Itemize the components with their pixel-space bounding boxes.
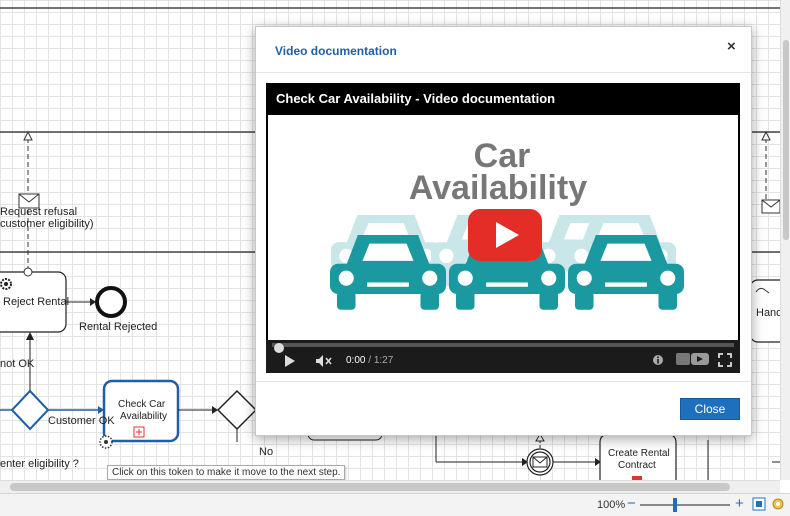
video-title: Check Car Availability - Video documenta… (276, 91, 556, 106)
current-time: 0:00 (346, 355, 366, 366)
video-documentation-dialog: Video documentation × Check Car Availabi… (255, 26, 752, 436)
video-progress-bar[interactable] (272, 343, 734, 353)
video-progress-knob[interactable] (274, 343, 284, 353)
video-thumbnail-art: Car Availability (330, 137, 684, 310)
play-icon[interactable] (284, 355, 296, 367)
dialog-footer-divider (256, 381, 751, 382)
dialog-title: Video documentation (275, 44, 397, 58)
duration: 1:27 (373, 355, 394, 366)
volume-mute-icon[interactable] (316, 355, 332, 367)
thumbnail-text-availability: Availability (409, 169, 587, 207)
play-button-icon[interactable] (468, 209, 542, 261)
video-controls: 0:00 / 1:27 (266, 340, 740, 373)
video-player[interactable]: Check Car Availability - Video documenta… (266, 83, 740, 373)
close-icon[interactable]: × (727, 39, 736, 55)
time-separator: / (368, 355, 372, 366)
close-button[interactable]: Close (680, 398, 740, 420)
modal-overlay: Video documentation × Check Car Availabi… (0, 0, 790, 515)
youtube-logo-icon[interactable] (676, 352, 710, 366)
video-thumbnail[interactable]: Car Availability (268, 115, 738, 340)
dialog-divider (256, 72, 751, 73)
fullscreen-icon[interactable] (718, 353, 732, 367)
info-icon[interactable] (652, 354, 664, 366)
video-time: 0:00 / 1:27 (346, 355, 393, 366)
